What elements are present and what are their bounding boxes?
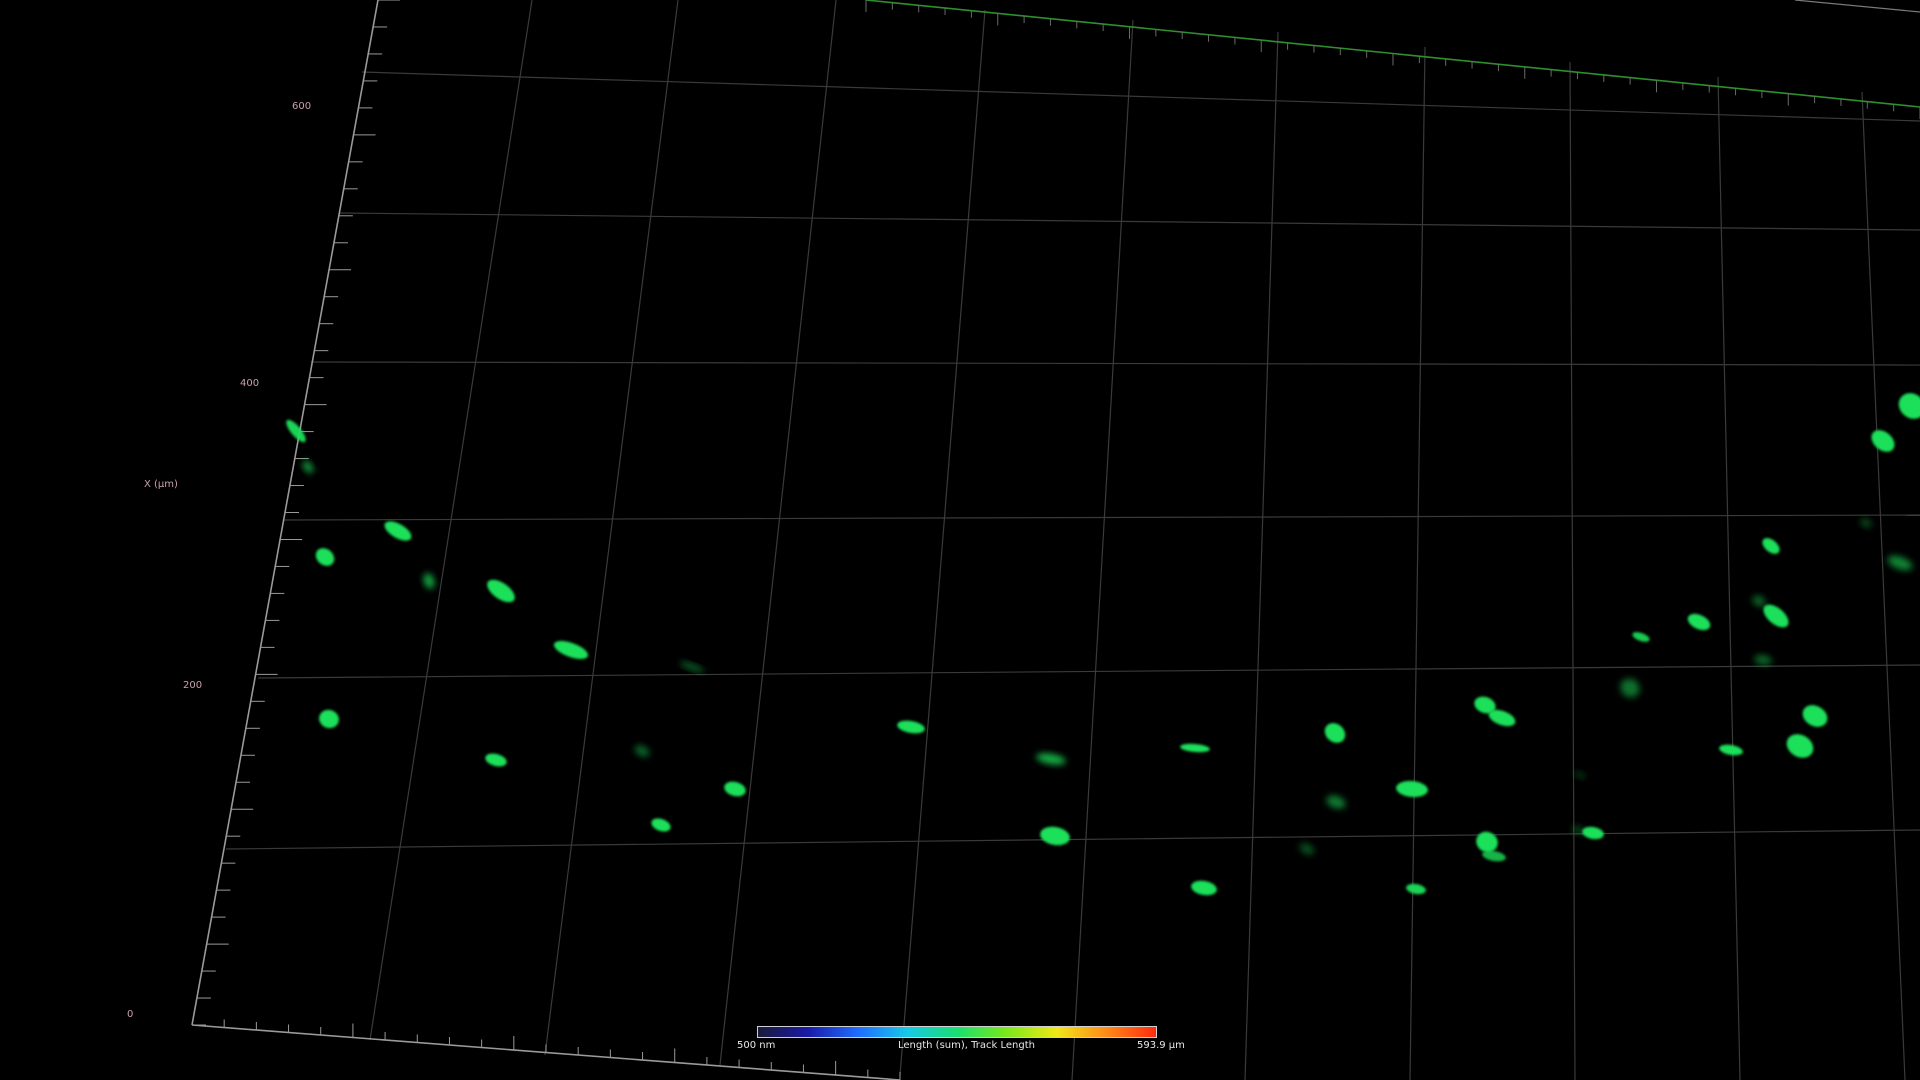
cell-spot	[1324, 723, 1346, 743]
cell-spot	[1326, 795, 1346, 809]
cell-spot	[651, 818, 671, 832]
cell-spot	[1871, 430, 1895, 452]
cell-spot	[1632, 632, 1650, 642]
cell-spot	[286, 419, 306, 443]
x-axis-tick-400: 400	[240, 378, 260, 389]
grid-line-v	[544, 0, 679, 1056]
grid-line-h	[361, 71, 1920, 122]
grid-line-v	[1569, 61, 1576, 1080]
cell-spot	[1574, 771, 1586, 779]
cell-spot	[724, 781, 746, 797]
cell-spot	[1040, 826, 1070, 846]
x-axis-tick-0: 0	[127, 1009, 134, 1020]
colorbar-max-label: 593.9 µm	[1137, 1040, 1185, 1051]
cell-spot	[679, 661, 705, 673]
cell-spot	[1887, 555, 1913, 571]
grid-line-v	[1409, 46, 1426, 1080]
cell-spot	[302, 460, 314, 474]
grid-line-v	[1861, 91, 1906, 1080]
3d-viewport[interactable]: 600 400 X (µm) 200 0 500 nm Length (sum)…	[0, 0, 1920, 1080]
colorbar-gradient	[757, 1026, 1157, 1038]
cell-spot	[1802, 705, 1828, 727]
cell-spot	[319, 709, 339, 729]
grid-line-h	[257, 664, 1920, 679]
cell-spot	[423, 573, 435, 589]
cell-spot	[1754, 654, 1772, 666]
colorbar-min-label: 500 nm	[737, 1040, 776, 1051]
grid-line-v	[1071, 19, 1134, 1080]
cell-spot	[1582, 826, 1604, 840]
grid-line-h	[283, 514, 1920, 521]
cell-spot	[1860, 518, 1872, 528]
grid-line-v	[1244, 31, 1279, 1080]
cell-spot	[1299, 843, 1315, 855]
cell-spot	[1786, 734, 1814, 758]
cell-spot	[897, 720, 925, 734]
cell-spot	[1180, 743, 1210, 753]
x-axis-tick-200: 200	[183, 680, 203, 691]
x-axis	[191, 0, 1920, 1080]
cell-spot	[1719, 744, 1743, 756]
cell-spot	[1396, 780, 1428, 798]
grid-line-h	[339, 212, 1920, 231]
cell-spot	[1191, 880, 1217, 896]
grid-line-v	[899, 9, 986, 1076]
cell-spot	[487, 579, 515, 603]
cell-spot	[384, 521, 412, 541]
colorbar-title: Length (sum), Track Length	[898, 1040, 1035, 1051]
cell-spot	[1036, 753, 1066, 765]
x-axis-title: X (µm)	[144, 479, 178, 490]
cell-spot	[315, 548, 335, 566]
cell-spot	[553, 640, 589, 660]
cell-spot	[1406, 883, 1426, 895]
grid-lines	[225, 0, 1920, 1080]
cell-spot	[1687, 613, 1711, 631]
grid-line-h	[225, 829, 1920, 850]
grid-line-h	[310, 361, 1920, 366]
cell-spot	[1762, 538, 1780, 554]
cell-spot	[634, 745, 650, 757]
cell-spot	[1898, 393, 1920, 419]
grid-line-v	[719, 0, 837, 1066]
cell-spot	[1620, 678, 1640, 698]
x-axis-tick-600: 600	[292, 101, 312, 112]
back-axis-line	[1794, 0, 1920, 13]
cell-spot	[485, 753, 507, 767]
scene-canvas[interactable]	[0, 0, 1920, 1080]
cell-spots	[286, 393, 1920, 896]
